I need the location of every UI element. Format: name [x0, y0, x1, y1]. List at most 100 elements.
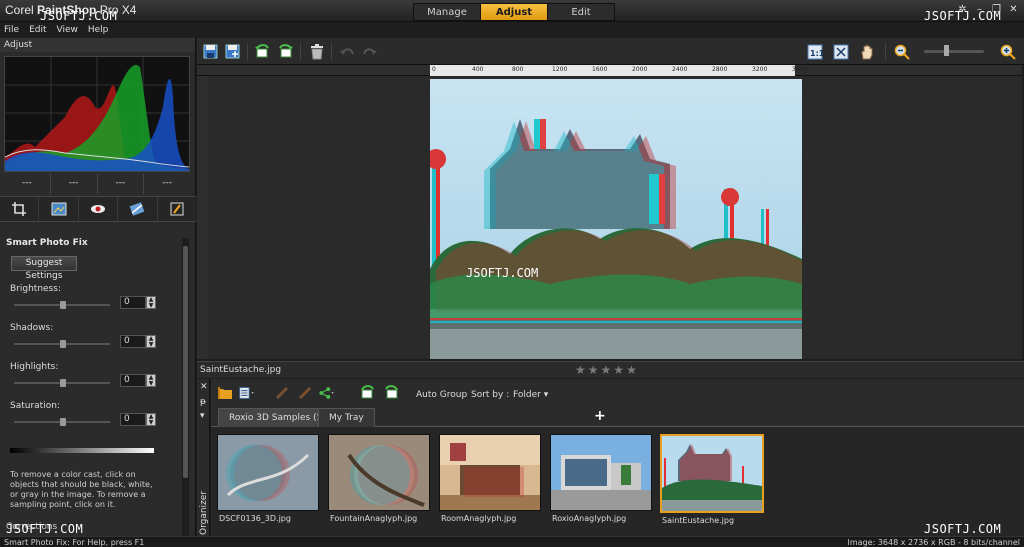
pin-icon[interactable]: ᵽ [200, 397, 206, 407]
folder-view-button[interactable] [216, 384, 233, 401]
add-tab-button[interactable]: + [594, 408, 606, 424]
ruler-mark: 2000 [632, 66, 648, 73]
star-icon[interactable]: ★ [601, 363, 612, 377]
auto-group-button[interactable]: Auto Group [416, 390, 467, 400]
main-toolbar: 1:1 [197, 38, 1024, 65]
thumbnail-item[interactable]: DSCF0136_3D.jpg [217, 434, 321, 523]
tab-manage[interactable]: Manage [413, 3, 481, 21]
zoom-in-button[interactable] [999, 43, 1016, 60]
thumbnail-item[interactable]: FountainAnaglyph.jpg [328, 434, 432, 523]
actual-size-button[interactable]: 1:1 [806, 43, 823, 60]
thumbnail-image[interactable] [660, 434, 764, 513]
star-icon[interactable]: ★ [588, 363, 599, 377]
highlights-spinner[interactable]: ▲ ▼ [146, 374, 156, 387]
organizer-label: Organizer [199, 490, 209, 535]
tab-adjust[interactable]: Adjust [480, 3, 548, 21]
save-as-button[interactable] [224, 43, 241, 60]
undo-button[interactable] [338, 43, 355, 60]
pan-button[interactable] [858, 43, 875, 60]
scrollbar-thumb[interactable] [183, 246, 188, 478]
star-icon[interactable]: ★ [626, 363, 637, 377]
hand-icon [860, 44, 872, 59]
menu-file[interactable]: File [4, 22, 19, 38]
slider-knob[interactable] [60, 340, 66, 348]
ruler-mark: 0 [432, 66, 436, 73]
organizer-rotate-right-button[interactable] [383, 384, 400, 401]
slider-knob[interactable] [60, 301, 66, 309]
brush-tool-button[interactable] [273, 384, 290, 401]
panel-scrollbar[interactable] [182, 238, 189, 547]
shadows-slider[interactable] [14, 340, 110, 348]
image-canvas[interactable]: JSOFTJ.COM [208, 76, 1022, 359]
brightness-value[interactable]: 0 [120, 296, 146, 309]
makeover-tool-button[interactable] [118, 197, 158, 221]
menu-help[interactable]: Help [88, 22, 109, 38]
zoom-slider-knob[interactable] [944, 45, 949, 56]
saturation-value[interactable]: 0 [120, 413, 146, 426]
save-icon [203, 44, 218, 59]
menu-edit[interactable]: Edit [29, 22, 46, 38]
redo-button[interactable] [361, 43, 378, 60]
thumbnail-caption: RoomAnaglyph.jpg [441, 514, 517, 523]
edit-brush-button[interactable] [296, 384, 313, 401]
thumbnail-item[interactable]: RoomAnaglyph.jpg [439, 434, 543, 523]
delete-button[interactable] [308, 43, 325, 60]
menu-bar: File Edit View Help [0, 22, 196, 38]
edited-photo[interactable] [430, 79, 802, 359]
fit-window-button[interactable] [832, 43, 849, 60]
star-icon[interactable]: ★ [575, 363, 586, 377]
rotate-right-button[interactable] [277, 43, 294, 60]
organizer-rotate-left-button[interactable] [359, 384, 376, 401]
slider-knob[interactable] [60, 418, 66, 426]
saturation-slider[interactable] [14, 418, 110, 426]
settings-icon[interactable]: ✲ [956, 3, 969, 16]
save-button[interactable] [202, 43, 219, 60]
thumbnail-image[interactable] [217, 434, 319, 511]
tab-edit[interactable]: Edit [547, 3, 615, 21]
share-icon [319, 386, 334, 399]
thumbnail-caption: FountainAnaglyph.jpg [330, 514, 418, 523]
sort-by-label: Sort by : [471, 390, 510, 400]
red-eye-tool-button[interactable] [79, 197, 119, 221]
crop-tool-button[interactable] [0, 197, 40, 221]
highlights-value[interactable]: 0 [120, 374, 146, 387]
straighten-icon [51, 202, 67, 216]
rotate-left-button[interactable] [254, 43, 271, 60]
thumbnail-image[interactable] [550, 434, 652, 511]
thumbnail-picture [662, 436, 762, 511]
straighten-tool-button[interactable] [39, 197, 79, 221]
shadows-value[interactable]: 0 [120, 335, 146, 348]
view-options-button[interactable] [239, 384, 256, 401]
close-icon[interactable]: ✕ [200, 382, 208, 392]
minimize-icon[interactable]: – [973, 3, 986, 16]
saturation-label: Saturation: [10, 401, 60, 411]
thumbnail-image[interactable] [439, 434, 541, 511]
restore-icon[interactable]: ❐ [990, 3, 1003, 16]
black-white-gradient[interactable] [10, 448, 154, 453]
thumbnail-item-selected[interactable]: SaintEustache.jpg [660, 434, 764, 525]
zoom-out-button[interactable] [893, 43, 910, 60]
thumbnail-image[interactable] [328, 434, 430, 511]
highlights-slider[interactable] [14, 379, 110, 387]
star-icon[interactable]: ★ [613, 363, 624, 377]
sort-by-value: Folder [513, 390, 541, 400]
menu-view[interactable]: View [57, 22, 78, 38]
tab-my-tray[interactable]: My Tray [318, 408, 375, 427]
sort-by-dropdown[interactable]: Folder ▾ [513, 390, 548, 400]
thumbnail-item[interactable]: RoxioAnaglyph.jpg [550, 434, 654, 523]
smart-photo-fix-section: Smart Photo Fix Suggest Settings Brightn… [0, 234, 186, 524]
slider-knob[interactable] [60, 379, 66, 387]
zoom-slider[interactable] [924, 45, 984, 56]
brightness-spinner[interactable]: ▲ ▼ [146, 296, 156, 309]
toolbar-separator [300, 43, 301, 60]
suggest-settings-button[interactable]: Suggest Settings [11, 256, 77, 281]
section-title: Smart Photo Fix [6, 238, 88, 248]
chevron-down-icon[interactable]: ▾ [200, 411, 205, 421]
close-icon[interactable]: ✕ [1007, 3, 1020, 16]
clone-tool-button[interactable] [158, 197, 196, 221]
shadows-spinner[interactable]: ▲ ▼ [146, 335, 156, 348]
brightness-slider[interactable] [14, 301, 110, 309]
thumbnail-caption: RoxioAnaglyph.jpg [552, 514, 627, 523]
share-button[interactable] [319, 384, 336, 401]
saturation-spinner[interactable]: ▲ ▼ [146, 413, 156, 426]
